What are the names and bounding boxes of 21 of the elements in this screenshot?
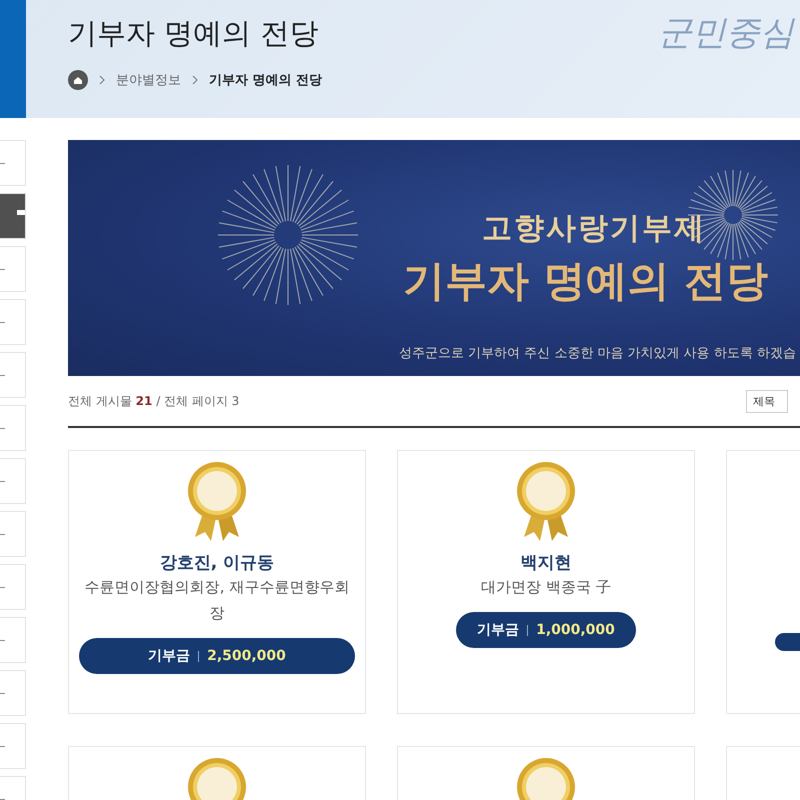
breadcrumb-link[interactable]: 분야별정보 [116,71,181,89]
banner-title: 기부자 명예의 전당 [402,255,768,307]
search-select[interactable]: 제목 [746,390,788,412]
chevron-icon [191,75,199,85]
medal-icon [187,461,247,543]
home-icon[interactable] [68,70,88,90]
donation-amount: 기부금 1,000,000 [456,612,636,648]
donor-title: 대가면장 백종국 子 [480,577,612,598]
medal-icon [516,461,576,543]
donor-title: 수륜면이장협의회장, 재구수륜면향우회장 [84,577,350,624]
donation-amount: 기부금 2,500,000 [79,638,355,674]
breadcrumb-link[interactable]: 기부자 명예의 전당 [209,71,322,89]
donor-name: 강호진, 이규동 [160,552,274,574]
post-count: 전체 게시물 21 / 전체 페이지 3 [68,392,240,410]
banner-message: 성주군으로 기부하여 주신 소중한 마음 가치있게 사용 하도록 하겠습 [398,345,796,362]
page-title: 기부자 명예의 전당 [68,15,318,52]
donor-name: 백지현 [520,552,572,574]
header-motto: 군민중심 [658,12,794,55]
banner-subtitle: 고향사랑기부제 [482,210,706,248]
side-menu-item[interactable] [0,193,26,239]
chevron-icon [98,75,106,85]
